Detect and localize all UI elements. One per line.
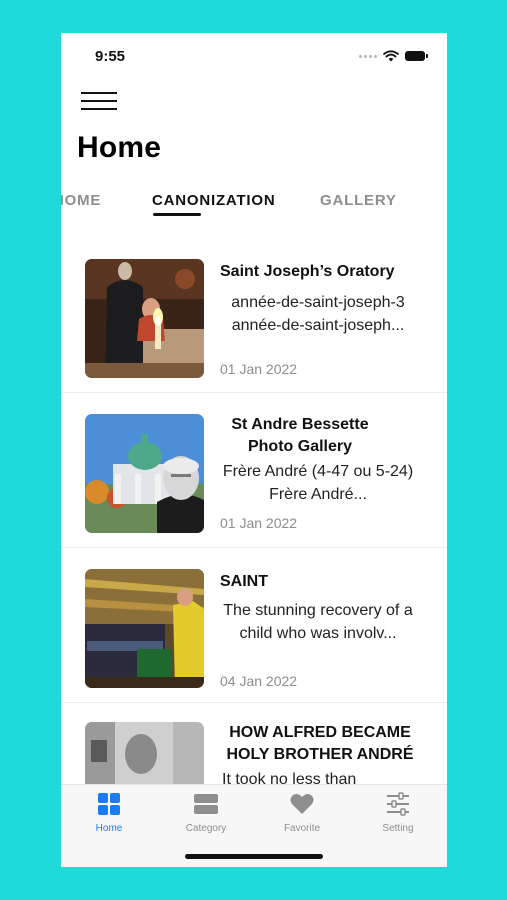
grid-icon [98,793,120,815]
article-thumbnail [85,722,204,784]
article-title: St Andre Bessette Photo Gallery [231,416,369,455]
tab-home[interactable]: HOME [61,192,101,209]
nav-category[interactable]: Category [166,791,246,834]
wifi-icon [383,50,399,62]
article-description: The stunning recovery of a child who was… [223,602,413,642]
heart-icon [290,794,314,814]
home-indicator [185,854,323,859]
active-tab-indicator [153,213,201,216]
nav-home[interactable]: Home [69,791,149,834]
article-item[interactable]: SAINT The stunning recovery of a child w… [61,551,447,703]
article-list[interactable]: Saint Joseph’s Oratory année-de-saint-jo… [61,241,447,784]
article-item[interactable]: Saint Joseph’s Oratory année-de-saint-jo… [61,241,447,393]
nav-label: Favorite [283,823,321,834]
article-title: SAINT [220,573,268,590]
battery-icon [405,51,428,61]
article-title: HOW ALFRED BECAME HOLY BROTHER ANDRÉ [226,724,414,763]
hamburger-menu-icon[interactable] [81,92,117,114]
article-date: 04 Jan 2022 [220,673,298,689]
article-item[interactable]: St Andre Bessette Photo Gallery Frère An… [61,396,447,548]
nav-label: Setting [382,823,414,834]
tab-gallery[interactable]: GALLERY [320,192,397,209]
status-bar: 9:55 [61,33,447,83]
article-description: année-de-saint-joseph-3 année-de-saint-j… [231,294,405,334]
article-thumbnail [85,259,204,378]
article-date: 01 Jan 2022 [220,515,298,531]
article-description: It took no less than [222,771,357,784]
status-time: 9:55 [95,48,126,65]
signal-icon [359,54,377,58]
nav-favorite[interactable]: Favorite [262,791,342,834]
nav-setting[interactable]: Setting [358,791,438,834]
sliders-icon [387,792,409,816]
article-date: 01 Jan 2022 [220,361,298,377]
phone-screen: 9:55 Home HOME CANONIZATION GALLERY [61,33,447,867]
article-description: Frère André (4-47 ou 5-24) Frère André..… [222,463,414,503]
nav-label: Home [95,823,123,834]
page-title: Home [77,131,162,164]
tab-canonization[interactable]: CANONIZATION [152,192,275,209]
article-thumbnail [85,414,204,533]
divider [61,392,447,393]
category-icon [194,794,218,814]
divider [61,547,447,548]
article-title: Saint Joseph’s Oratory [220,263,395,280]
article-thumbnail [85,569,204,688]
divider [61,702,447,703]
status-icons [359,50,428,62]
category-tabs: HOME CANONIZATION GALLERY [61,188,447,218]
article-item[interactable]: HOW ALFRED BECAME HOLY BROTHER ANDRÉ It … [61,704,447,784]
nav-label: Category [185,823,227,834]
